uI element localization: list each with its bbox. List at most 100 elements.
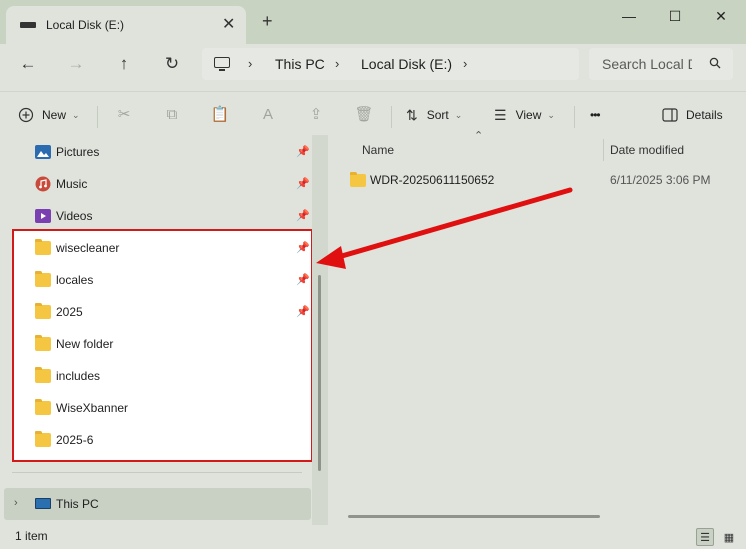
chevron-right-icon[interactable]: › [14, 497, 18, 509]
folder-icon [35, 431, 51, 447]
folder-icon [35, 399, 51, 415]
plus-circle-icon [18, 107, 34, 123]
close-tab-icon[interactable]: ✕ [222, 14, 235, 34]
details-view-button[interactable]: ☰ [696, 528, 714, 546]
sidebar-item-label: 2025-6 [56, 433, 94, 447]
chevron-down-icon: ⌄ [72, 109, 80, 120]
scrollbar-thumb[interactable] [318, 275, 321, 471]
music-icon [35, 176, 51, 192]
column-header-date-modified[interactable]: Date modified [610, 143, 684, 157]
new-button[interactable]: New ⌄ [18, 104, 80, 126]
folder-icon [350, 172, 366, 187]
toolbar-divider [97, 106, 98, 128]
horizontal-scrollbar[interactable] [348, 515, 600, 518]
breadcrumb-this-pc[interactable]: This PC [275, 56, 325, 72]
sort-button-label: Sort [426, 108, 449, 122]
chevron-down-icon: ⌄ [547, 109, 555, 120]
share-icon[interactable]: ⇪ [306, 104, 326, 124]
file-name: WDR-20250611150652 [370, 173, 495, 187]
more-options-button[interactable]: ••• [590, 104, 601, 126]
sidebar-item-includes[interactable]: includes [0, 360, 310, 392]
navigation-bar: ← → ↑ ↻ › This PC › Local Disk (E:) › Se… [0, 44, 746, 86]
folder-icon [35, 335, 51, 351]
file-row[interactable]: WDR-20250611150652 6/11/2025 3:06 PM [348, 169, 746, 191]
title-bar: Local Disk (E:) ✕ + — ☐ ✕ [0, 0, 746, 44]
videos-icon [35, 209, 51, 223]
cut-icon[interactable]: ✂ [114, 104, 134, 124]
new-tab-button[interactable]: + [262, 11, 273, 32]
sidebar-item-videos[interactable]: Videos 📌 [0, 200, 310, 232]
column-divider[interactable] [603, 139, 604, 161]
command-bar: New ⌄ ✂ ⧉ 📋 A ⇪ 🗑 ⇅ Sort ⌄ ☰ View ⌄ ••• … [0, 91, 746, 135]
sidebar-divider [12, 472, 302, 473]
back-button[interactable]: ← [16, 52, 40, 76]
address-bar[interactable]: › This PC › Local Disk (E:) › [202, 48, 579, 80]
sidebar-item-label: wisecleaner [56, 241, 120, 255]
folder-icon [35, 367, 51, 383]
view-button-label: View [515, 108, 542, 122]
item-count: 1 item [15, 529, 48, 543]
chevron-right-icon: › [335, 56, 340, 71]
chevron-right-icon: › [248, 56, 253, 71]
sidebar-item-wisecleaner[interactable]: wisecleaner 📌 [0, 232, 310, 264]
details-button-label: Details [686, 108, 723, 122]
sidebar-item-label: This PC [56, 497, 99, 511]
sidebar-item-label: Videos [56, 209, 93, 223]
folder-icon [35, 271, 51, 287]
forward-button[interactable]: → [64, 52, 88, 76]
sidebar-item-this-pc[interactable]: › This PC [4, 488, 311, 520]
maximize-button[interactable]: ☐ [652, 4, 698, 28]
sidebar-item-locales[interactable]: locales 📌 [0, 264, 310, 296]
sidebar-item-label: Pictures [56, 145, 100, 159]
minimize-button[interactable]: — [606, 4, 652, 28]
details-button[interactable]: Details [662, 104, 723, 126]
view-icon: ☰ [494, 106, 507, 123]
computer-icon [35, 498, 51, 509]
tiles-view-button[interactable]: ▦ [720, 528, 738, 546]
search-input[interactable]: Search Local D [602, 56, 692, 72]
sort-button[interactable]: ⇅ Sort ⌄ [406, 104, 462, 126]
drive-icon [20, 22, 36, 28]
sidebar-item-wisexbanner[interactable]: WiseXbanner [0, 392, 310, 424]
search-box[interactable]: Search Local D [589, 48, 733, 80]
sidebar-item-2025-6[interactable]: 2025-6 [0, 424, 310, 456]
pictures-icon [35, 145, 51, 159]
sidebar-item-label: includes [56, 369, 101, 383]
breadcrumb-local-disk[interactable]: Local Disk (E:) [361, 56, 452, 72]
close-window-button[interactable]: ✕ [698, 4, 744, 28]
folder-icon [35, 239, 51, 255]
column-header-name[interactable]: Name [362, 143, 394, 157]
sidebar-item-pictures[interactable]: Pictures 📌 [0, 136, 310, 168]
sidebar-item-new-folder[interactable]: New folder [0, 328, 310, 360]
tab-title: Local Disk (E:) [46, 18, 125, 32]
paste-icon[interactable]: 📋 [210, 104, 230, 124]
refresh-button[interactable]: ↻ [160, 52, 184, 76]
sort-icon: ⇅ [406, 106, 418, 123]
pin-icon: 📌 [296, 274, 310, 286]
pin-icon: 📌 [296, 242, 310, 254]
tab-local-disk[interactable]: Local Disk (E:) ✕ [6, 6, 246, 44]
pin-icon: 📌 [296, 178, 310, 190]
sidebar-item-label: locales [56, 273, 94, 287]
sidebar-scrollbar[interactable] [312, 135, 328, 525]
copy-icon[interactable]: ⧉ [162, 104, 182, 124]
sidebar-item-2025[interactable]: 2025 📌 [0, 296, 310, 328]
sidebar-item-label: 2025 [56, 305, 83, 319]
view-button[interactable]: ☰ View ⌄ [494, 104, 555, 126]
file-list: ⌃ Name Date modified WDR-20250611150652 … [330, 130, 746, 525]
sidebar-item-label: WiseXbanner [56, 401, 129, 415]
chevron-down-icon: ⌄ [454, 109, 463, 120]
pin-icon: 📌 [296, 210, 310, 222]
sort-indicator-icon: ⌃ [474, 130, 484, 142]
toolbar-divider [391, 106, 392, 128]
file-date: 6/11/2025 3:06 PM [610, 173, 711, 187]
delete-icon[interactable]: 🗑 [354, 104, 374, 124]
up-button[interactable]: ↑ [112, 52, 136, 76]
chevron-right-icon: › [463, 56, 468, 71]
pin-icon: 📌 [296, 146, 310, 158]
search-icon [709, 57, 721, 69]
rename-icon[interactable]: A [258, 104, 278, 124]
details-pane-icon [662, 108, 678, 122]
computer-icon [214, 57, 230, 71]
sidebar-item-music[interactable]: Music 📌 [0, 168, 310, 200]
